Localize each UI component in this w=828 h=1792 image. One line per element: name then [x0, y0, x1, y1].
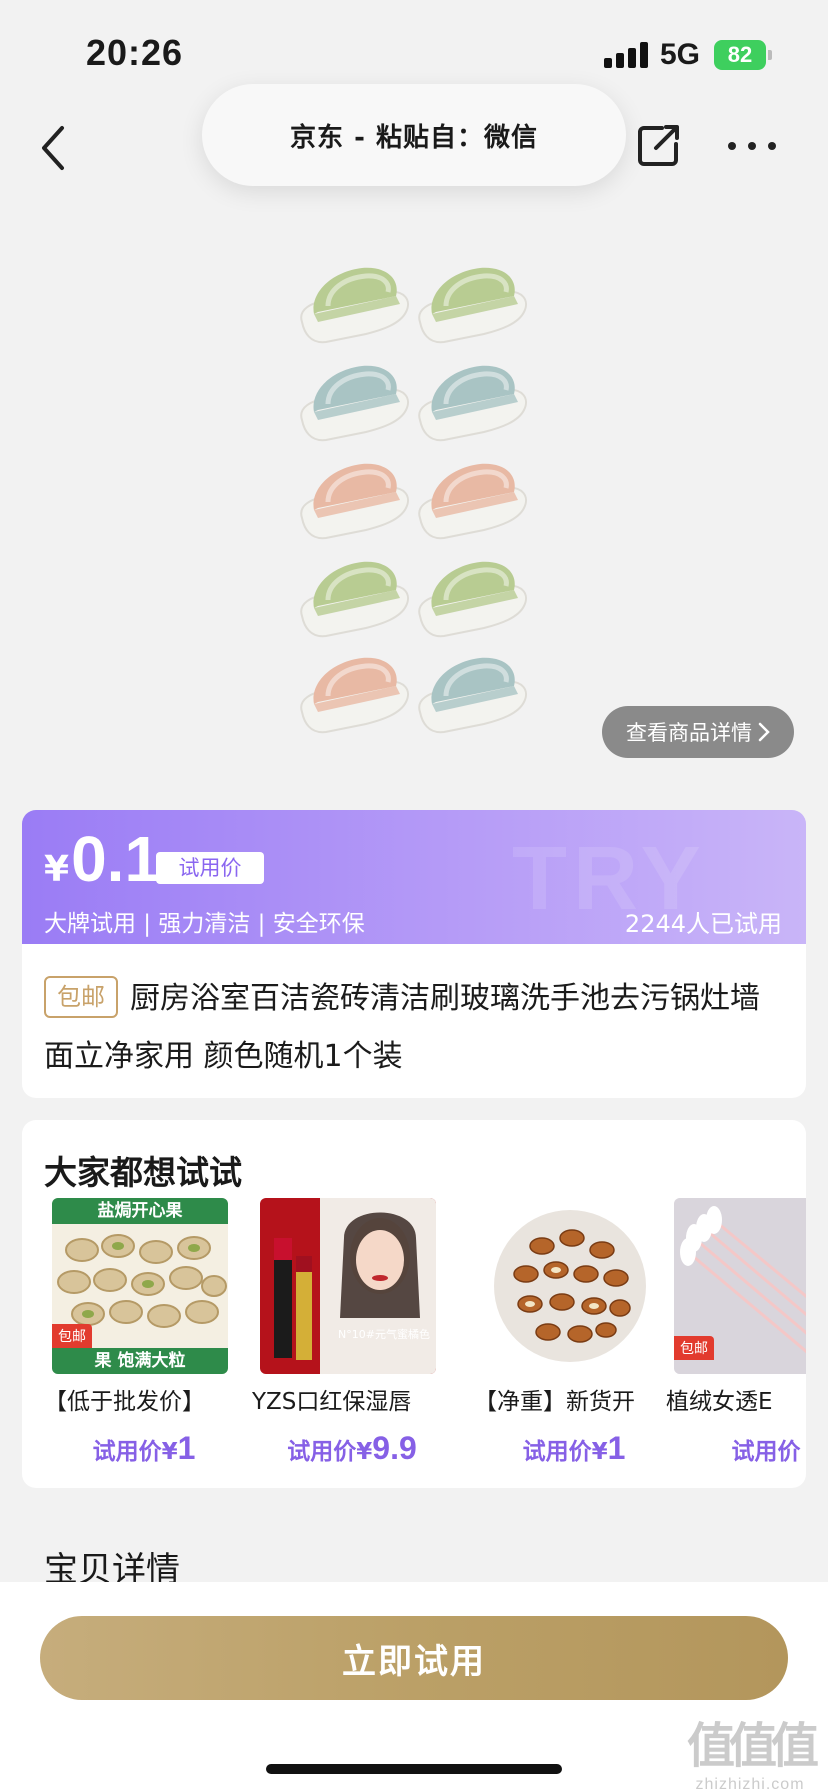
free-shipping-badge: 包邮 [674, 1336, 714, 1360]
rec-thumbnail [482, 1198, 658, 1374]
tried-count: 2244人已试用 [624, 910, 782, 938]
more-dot [748, 142, 756, 150]
rec-item-name: YZS口红保湿唇 [252, 1389, 412, 1415]
rec-price-label: 试用价¥ [522, 1439, 608, 1465]
page-title[interactable]: 京东 - 粘贴自：微信 [202, 84, 626, 186]
more-dot [728, 142, 736, 150]
status-time: 20:26 [86, 32, 184, 73]
product-image[interactable] [290, 256, 540, 746]
watermark-logo: 值值值 zhizhizhi.com [680, 1706, 820, 1792]
rec-price-label: 试用价¥ [287, 1439, 373, 1465]
lipstick-image [274, 1198, 436, 1374]
view-details-button[interactable]: 查看商品详情 [602, 706, 794, 758]
watermark-mark: 值值值 [686, 1718, 819, 1774]
price-banner: TRY ¥ 0.1 试用价 大牌试用 | 强力清洁 | 安全环保 2244人已试… [22, 810, 806, 948]
share-icon [638, 125, 679, 166]
battery-level: 82 [727, 42, 753, 67]
rec-item-price: 试用价¥1 [474, 1430, 674, 1467]
chevron-right-icon [758, 722, 770, 742]
rec-thumbnail: 盐焗开心果 果 饱满大粒 包邮 [52, 1198, 228, 1374]
try-now-button[interactable]: 立即试用 [40, 1616, 788, 1700]
recommendations-card: 大家都想试试 盐焗开心果 果 饱满大粒 包邮 【低于批发价】 试用价¥1 N°1… [22, 1120, 806, 1488]
rec-item-price: 试用价¥9.9 [252, 1430, 452, 1467]
rec-item-price: 试用价¥1 [44, 1430, 244, 1467]
thumb-caption: N°10#元气蜜橘色 [338, 1328, 430, 1341]
rec-price-label: 试用价¥ [92, 1439, 178, 1465]
more-button[interactable] [728, 128, 776, 164]
trial-price-tag: 试用价 [156, 852, 264, 884]
signal-icon [604, 42, 648, 68]
rec-item-name: 植绒女透E [666, 1389, 773, 1415]
pine-nuts-image [494, 1210, 646, 1362]
rec-item-name: 【低于批发价】 [44, 1389, 205, 1415]
network-type: 5G [660, 38, 701, 71]
rec-thumbnail: N°10#元气蜜橘色 [260, 1198, 436, 1374]
battery-icon: 82 [714, 40, 772, 70]
rec-price-value: 9.9 [372, 1430, 417, 1466]
thumb-bottom-text: 果 饱满大粒 [52, 1348, 228, 1374]
product-title-card: 包邮 厨房浴室百洁瓷砖清洁刷玻璃洗手池去污锅灶墙面立净家用 颜色随机1个装 [22, 944, 806, 1098]
price: ¥ 0.1 [44, 822, 160, 896]
home-indicator[interactable] [266, 1764, 562, 1774]
scrub-brushes-image [290, 256, 540, 746]
rec-price-value: 1 [177, 1430, 196, 1466]
back-button[interactable] [36, 120, 76, 176]
view-details-label: 查看商品详情 [626, 721, 752, 745]
recommendations-title: 大家都想试试 [44, 1153, 242, 1192]
feature-list: 大牌试用 | 强力清洁 | 安全环保 [44, 911, 365, 937]
currency-symbol: ¥ [44, 849, 70, 890]
rec-price-value: 1 [607, 1430, 626, 1466]
chevron-left-icon [42, 126, 64, 170]
product-title: 厨房浴室百洁瓷砖清洁刷玻璃洗手池去污锅灶墙面立净家用 颜色随机1个装 [44, 981, 760, 1074]
more-dot [768, 142, 776, 150]
rec-thumbnail: 包邮 [674, 1198, 806, 1374]
rec-item-name: 【净重】新货开 [474, 1389, 635, 1415]
share-button[interactable] [636, 122, 682, 168]
rec-item-price: 试用价 [666, 1430, 806, 1467]
free-shipping-badge: 包邮 [52, 1324, 92, 1348]
watermark-site: zhizhizhi.com [695, 1776, 805, 1792]
rec-price-label: 试用价 [731, 1439, 801, 1465]
price-value: 0.1 [71, 823, 161, 895]
